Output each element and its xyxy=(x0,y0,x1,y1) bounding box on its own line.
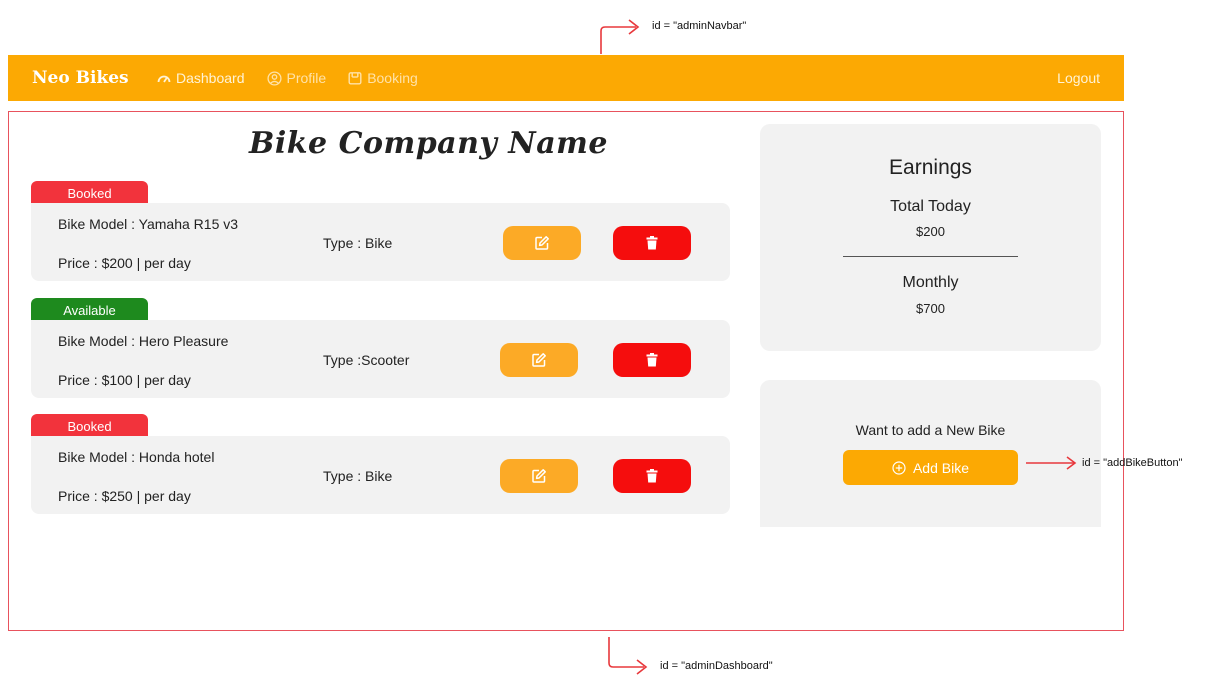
bike-model: Bike Model : Yamaha R15 v3 xyxy=(58,216,239,232)
calendar-icon xyxy=(348,72,362,85)
status-badge: Available xyxy=(31,298,148,322)
edit-icon xyxy=(535,236,549,250)
bike-price: Price : $250 | per day xyxy=(58,488,191,504)
bike-model: Bike Model : Hero Pleasure xyxy=(58,333,229,349)
company-name-title: Bike Company Name xyxy=(249,126,608,161)
status-badge: Booked xyxy=(31,181,148,205)
edit-icon xyxy=(532,469,546,483)
bike-card: Bike Model : Yamaha R15 v3 Price : $200 … xyxy=(31,203,730,281)
nav-item-dashboard[interactable]: Dashboard xyxy=(157,70,245,86)
add-button-annotation-label: id = "addBikeButton" xyxy=(1082,457,1183,469)
total-today-label: Total Today xyxy=(890,198,971,215)
nav-item-booking[interactable]: Booking xyxy=(348,70,418,86)
delete-bike-button[interactable] xyxy=(613,226,691,260)
status-badge: Booked xyxy=(31,414,148,438)
total-today-value: $200 xyxy=(916,224,945,239)
monthly-value: $700 xyxy=(916,301,945,316)
bike-type: Type : Bike xyxy=(323,235,393,251)
add-bike-button[interactable]: Add Bike xyxy=(843,450,1018,485)
nav-item-profile[interactable]: Profile xyxy=(266,70,327,86)
bike-type: Type : Bike xyxy=(323,468,393,484)
bike-price: Price : $200 | per day xyxy=(58,255,191,271)
monthly-label: Monthly xyxy=(902,274,959,291)
delete-bike-button[interactable] xyxy=(613,459,691,493)
trash-icon xyxy=(646,353,658,367)
dashboard-annotation-arrow xyxy=(608,637,648,675)
admin-dashboard: Bike Company Name Booked Bike Model : Ya… xyxy=(8,111,1124,631)
speedometer-icon xyxy=(157,75,171,83)
bike-card: Bike Model : Hero Pleasure Price : $100 … xyxy=(31,320,730,398)
delete-bike-button[interactable] xyxy=(613,343,691,377)
navbar-annotation-label: id = "adminNavbar" xyxy=(652,20,747,32)
nav-item-label: Booking xyxy=(367,70,418,86)
logout-link[interactable]: Logout xyxy=(1057,70,1100,86)
bike-price: Price : $100 | per day xyxy=(58,372,191,388)
earnings-title: Earnings xyxy=(889,156,972,179)
bike-card: Bike Model : Honda hotel Price : $250 | … xyxy=(31,436,730,514)
nav-item-label: Dashboard xyxy=(176,70,245,86)
add-bike-prompt: Want to add a New Bike xyxy=(855,422,1006,438)
bike-type: Type :Scooter xyxy=(323,352,410,368)
edit-icon xyxy=(532,353,546,367)
nav-item-label: Profile xyxy=(286,70,327,86)
edit-bike-button[interactable] xyxy=(500,459,578,493)
navbar-annotation-arrow xyxy=(600,19,640,54)
brand-logo[interactable]: Neo Bikes xyxy=(32,68,157,88)
edit-bike-button[interactable] xyxy=(500,343,578,377)
add-button-annotation-arrow xyxy=(1026,456,1077,470)
edit-bike-button[interactable] xyxy=(503,226,581,260)
user-circle-icon xyxy=(266,70,282,86)
earnings-divider xyxy=(843,256,1018,257)
dashboard-annotation-label: id = "adminDashboard" xyxy=(660,660,773,672)
earnings-panel: Earnings Total Today $200 Monthly $700 xyxy=(760,124,1101,351)
add-bike-button-label: Add Bike xyxy=(912,459,970,476)
admin-navbar: Neo Bikes Dashboard Profile Booking Logo… xyxy=(8,55,1124,101)
plus-circle-icon xyxy=(892,460,906,475)
add-bike-panel: Want to add a New Bike Add Bike xyxy=(760,380,1101,527)
bike-model: Bike Model : Honda hotel xyxy=(58,449,215,465)
trash-icon xyxy=(646,469,658,483)
trash-icon xyxy=(646,236,658,250)
